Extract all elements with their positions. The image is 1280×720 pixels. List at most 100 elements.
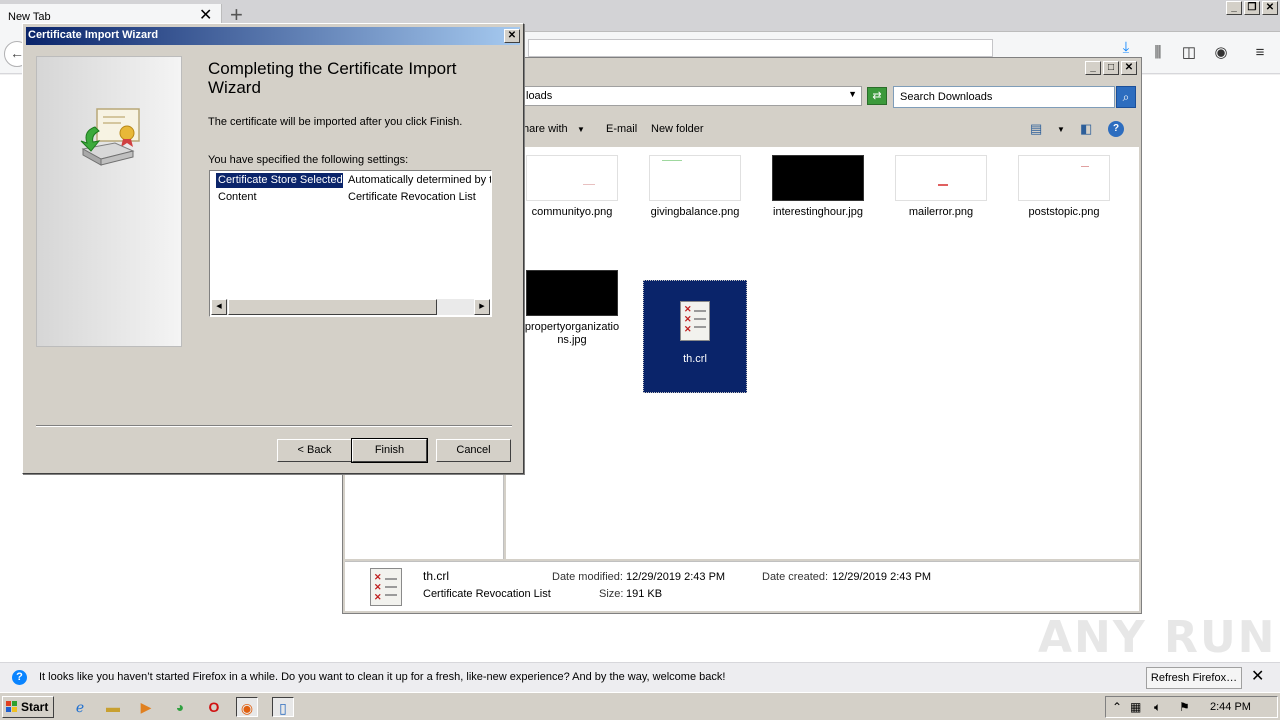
certificate-revocation-list-icon: ✕ ✕ ✕: [680, 301, 710, 341]
close-icon[interactable]: ✕: [1121, 61, 1137, 75]
address-bar[interactable]: loads ▼: [523, 86, 862, 106]
windows-logo-icon: [6, 701, 17, 712]
date-created-label: Date created:: [762, 571, 829, 583]
new-folder-button[interactable]: New folder: [651, 123, 704, 135]
file-thumbnail: [526, 270, 618, 316]
close-icon[interactable]: ✕: [1262, 1, 1278, 15]
file-thumbnail: [772, 155, 864, 201]
details-pane: ✕ ✕ ✕ th.crl Certificate Revocation List D…: [345, 561, 1139, 611]
flag-icon[interactable]: ⚑: [1179, 700, 1190, 714]
preview-pane-icon[interactable]: ◧: [1080, 121, 1092, 137]
refresh-firefox-button[interactable]: Refresh Firefox…: [1146, 667, 1242, 689]
file-name: communityo.png: [531, 206, 613, 218]
file-thumbnail: [1018, 155, 1110, 201]
dialog-title-bar: Certificate Import Wizard: [26, 27, 520, 45]
file-thumbnail: [526, 155, 618, 201]
firefox-window-controls: _ ❐ ✕: [1226, 1, 1278, 15]
file-name: poststopic.png: [1028, 206, 1100, 218]
divider: [36, 425, 512, 427]
size-label: Size:: [599, 588, 624, 600]
settings-list[interactable]: Certificate Store Selected Automatically…: [209, 170, 492, 317]
setting-name: Certificate Store Selected: [216, 173, 343, 188]
notification-bar: ? It looks like you haven’t started Fire…: [0, 662, 1280, 692]
details-file-type: Certificate Revocation List: [423, 588, 551, 600]
system-tray: ⌃ ▦ 🔈︎ ⚑ 2:44 PM: [1105, 696, 1278, 718]
setting-value: Certificate Revocation List: [348, 191, 476, 203]
network-icon[interactable]: ▦: [1130, 700, 1141, 714]
settings-label: You have specified the following setting…: [208, 154, 409, 166]
chevron-up-icon[interactable]: ⌃: [1112, 700, 1122, 714]
file-item[interactable]: poststopic.png: [1012, 147, 1116, 219]
start-label: Start: [21, 700, 49, 714]
intro-text: The certificate will be imported after y…: [208, 116, 463, 128]
cancel-button[interactable]: Cancel: [436, 439, 511, 462]
scrollbar-thumb[interactable]: [228, 299, 437, 315]
file-item[interactable]: interestinghour.jpg: [766, 147, 870, 219]
back-button[interactable]: < Back: [277, 439, 352, 462]
close-icon[interactable]: ✕: [1251, 668, 1264, 686]
share-with-button[interactable]: hare with: [523, 123, 568, 135]
file-list: communityo.png givingbalance.png interes…: [506, 147, 1139, 559]
watermark-logo: ANY RUN: [1038, 612, 1277, 663]
file-item-selected[interactable]: ✕ ✕ ✕ th.crl: [643, 280, 747, 393]
search-input[interactable]: Search Downloads: [893, 86, 1115, 108]
date-created-value: 12/29/2019 2:43 PM: [832, 571, 932, 583]
minimize-icon[interactable]: _: [1085, 61, 1101, 75]
view-options-icon[interactable]: ▤: [1030, 121, 1042, 137]
media-player-icon[interactable]: ▶: [135, 697, 157, 717]
refresh-icon[interactable]: ⇄: [867, 87, 887, 105]
restore-icon[interactable]: ❐: [1244, 1, 1260, 15]
chevron-down-icon[interactable]: ▼: [1057, 125, 1065, 134]
search-placeholder: Search Downloads: [900, 91, 993, 103]
file-name: th.crl: [683, 353, 707, 365]
sidebar-icon[interactable]: ◫: [1179, 43, 1199, 63]
date-modified-label: Date modified:: [552, 571, 623, 583]
email-button[interactable]: E-mail: [606, 123, 637, 135]
certificate-import-wizard: Certificate Import Wizard ✕ Completing t…: [22, 23, 524, 474]
finish-button[interactable]: Finish: [351, 438, 428, 463]
file-name: interestinghour.jpg: [773, 206, 863, 218]
internet-explorer-icon[interactable]: ℯ: [69, 697, 91, 717]
url-bar[interactable]: [528, 39, 993, 57]
notification-text: It looks like you haven’t started Firefo…: [39, 671, 726, 683]
details-file-name: th.crl: [423, 569, 450, 583]
help-icon[interactable]: ?: [1108, 121, 1124, 137]
account-icon[interactable]: ◉: [1211, 43, 1231, 63]
folder-icon[interactable]: ▬: [102, 697, 124, 717]
file-name: propertyorganizatio ns.jpg: [524, 321, 620, 346]
file-thumbnail: [649, 155, 741, 201]
page-title: Completing the Certificate Import Wizard: [208, 59, 457, 97]
file-name: mailerror.png: [908, 206, 974, 218]
close-icon[interactable]: ✕: [504, 29, 520, 43]
chevron-down-icon[interactable]: ▼: [577, 125, 585, 134]
opera-icon[interactable]: O: [203, 697, 225, 717]
file-item[interactable]: propertyorganizatio ns.jpg: [520, 262, 624, 347]
firefox-icon[interactable]: ◉: [236, 697, 258, 717]
address-text: loads: [526, 90, 553, 102]
certificate-revocation-list-icon: ✕ ✕ ✕: [370, 568, 402, 606]
chrome-icon[interactable]: ◕: [169, 697, 191, 717]
scroll-left-icon[interactable]: ◀: [211, 299, 227, 315]
menu-icon[interactable]: ≡: [1250, 43, 1270, 63]
horizontal-scrollbar[interactable]: ◀ ▶: [211, 299, 490, 315]
chevron-down-icon[interactable]: ▼: [848, 89, 857, 99]
start-button[interactable]: Start: [2, 696, 54, 718]
setting-name: Content: [218, 191, 257, 203]
clock: 2:44 PM: [1210, 701, 1251, 713]
document-icon[interactable]: ▯: [272, 697, 294, 717]
close-tab-icon[interactable]: ✕: [199, 8, 212, 24]
download-icon[interactable]: ⤓: [1116, 38, 1136, 58]
file-item[interactable]: mailerror.png: [889, 147, 993, 219]
dialog-title: Certificate Import Wizard: [28, 29, 159, 41]
scroll-right-icon[interactable]: ▶: [474, 299, 490, 315]
volume-icon[interactable]: 🔈︎: [1154, 700, 1161, 715]
date-modified-value: 12/29/2019 2:43 PM: [626, 571, 726, 583]
minimize-icon[interactable]: _: [1226, 1, 1242, 15]
file-item[interactable]: communityo.png: [520, 147, 624, 219]
file-item[interactable]: givingbalance.png: [643, 147, 747, 219]
maximize-icon[interactable]: □: [1103, 61, 1119, 75]
search-icon[interactable]: ⌕: [1116, 86, 1136, 108]
library-icon[interactable]: ⫼: [1148, 43, 1168, 63]
size-value: 191 KB: [626, 588, 663, 600]
info-icon: ?: [12, 670, 27, 685]
